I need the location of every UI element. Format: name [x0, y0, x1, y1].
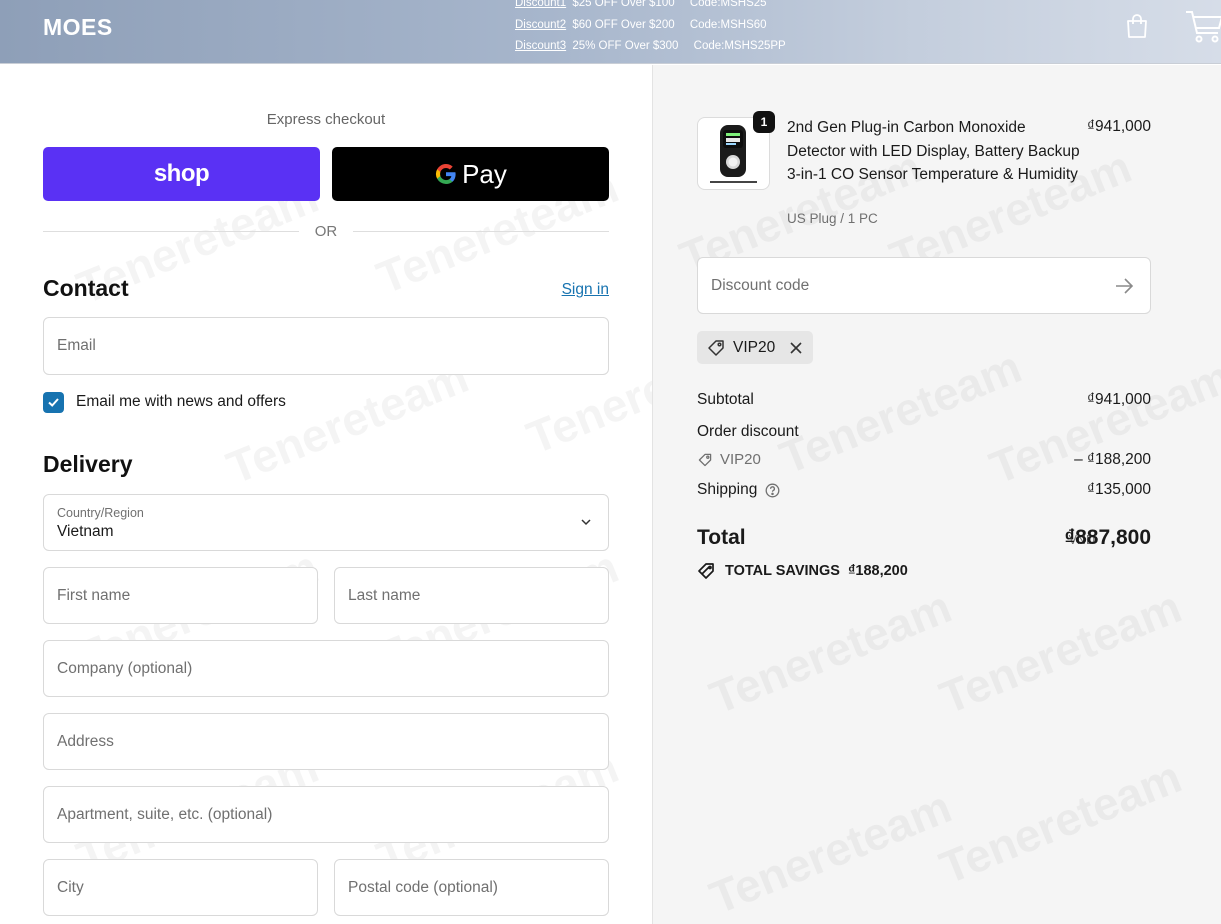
sign-in-link[interactable]: Sign in [540, 281, 609, 299]
promo-link[interactable]: Discount1 [515, 0, 566, 9]
postal-code-field[interactable] [334, 859, 609, 916]
watermark: Tenereteam [982, 349, 1221, 495]
postal-code-input[interactable] [335, 860, 608, 915]
apartment-field[interactable] [43, 786, 609, 843]
help-circle-icon[interactable] [765, 483, 780, 498]
subtotal-label: Subtotal [697, 391, 754, 408]
divider-line [43, 231, 299, 232]
store-logo[interactable]: MOES [43, 14, 113, 41]
promo-text: 25% OFF Over $300 [572, 40, 679, 52]
watermark: Tenereteam [932, 749, 1189, 895]
store-header: MOES Discount1 $25 OFF Over $100 Code:MS… [0, 0, 1221, 64]
city-field[interactable] [43, 859, 318, 916]
checkout-form-panel: Tenereteam Tenereteam Tenereteam Teneret… [0, 65, 775, 924]
or-divider: OR [43, 223, 609, 243]
country-value: Vietnam [57, 523, 114, 540]
promo-code: Code:MSHS25 [689, 0, 767, 9]
first-name-input[interactable] [44, 568, 317, 623]
last-name-input[interactable] [335, 568, 608, 623]
address-field[interactable] [43, 713, 609, 770]
total-savings: TOTAL SAVINGS ₫188,200 [697, 562, 908, 580]
total-value: ₫887,800 [1064, 526, 1151, 549]
arrow-right-icon[interactable] [1114, 277, 1134, 295]
or-text: OR [314, 223, 338, 240]
discount-code-input[interactable] [698, 258, 1150, 313]
promo-line: Discount3 25% OFF Over $300 Code:MSHS25P… [515, 36, 786, 58]
express-checkout-title: Express checkout [266, 111, 386, 128]
newsletter-option[interactable]: Email me with news and offers [43, 391, 286, 413]
shipping-label: Shipping [697, 481, 758, 498]
savings-label: TOTAL SAVINGS [725, 563, 840, 579]
company-input[interactable] [44, 641, 608, 696]
promo-line: Discount2 $60 OFF Over $200 Code:MSHS60 [515, 15, 786, 37]
product-variant: US Plug / 1 PC [787, 211, 878, 226]
google-pay-label: Pay [462, 158, 507, 189]
divider-line [353, 231, 609, 232]
tag-icon [708, 339, 724, 356]
quantity-badge: 1 [753, 111, 775, 133]
address-input[interactable] [44, 714, 608, 769]
savings-value: ₫188,200 [847, 563, 908, 579]
subtotal-value: ₫941,000 [1087, 391, 1151, 408]
tag-icon [698, 453, 712, 466]
country-label: Country/Region [57, 506, 144, 520]
applied-discount-chip: VIP20 [697, 331, 814, 364]
country-select[interactable]: Country/Region Vietnam [43, 494, 609, 551]
promo-code: Code:MSHS25PP [693, 40, 786, 52]
product-name: 2nd Gen Plug-in Carbon Monoxide Detector… [787, 119, 1080, 183]
google-pay-button[interactable]: Pay [332, 147, 609, 201]
promo-text: $25 OFF Over $100 [572, 0, 675, 9]
watermark: Tenereteam [702, 779, 959, 924]
promo-code: Code:MSHS60 [689, 18, 767, 31]
cart-icon[interactable] [1184, 6, 1221, 46]
checkmark-icon [48, 397, 59, 407]
order-summary-panel: Tenereteam Tenereteam Tenereteam Teneret… [652, 65, 1221, 924]
savings-tag-icon [698, 563, 714, 579]
apartment-input[interactable] [44, 787, 608, 842]
first-name-field[interactable] [43, 567, 318, 624]
shipping-value: ₫135,000 [1087, 481, 1151, 498]
shop-pay-button[interactable]: shop [43, 147, 320, 201]
promo-link[interactable]: Discount2 [515, 19, 566, 31]
shop-pay-label: shop [153, 160, 210, 187]
last-name-field[interactable] [334, 567, 609, 624]
google-g-icon [436, 164, 456, 185]
product-price: ₫941,000 [1087, 118, 1151, 135]
promo-line: Discount1 $25 OFF Over $100 Code:MSHS25 [515, 0, 786, 15]
watermark: Tenereteam [702, 579, 959, 725]
applied-code-label: VIP20 [733, 338, 776, 356]
shopping-bag-icon[interactable] [1124, 12, 1150, 40]
promo-text: $60 OFF Over $200 [572, 18, 675, 31]
contact-title: Contact [43, 275, 129, 301]
company-field[interactable] [43, 640, 609, 697]
promo-banner: Discount1 $25 OFF Over $100 Code:MSHS25 … [515, 0, 786, 58]
watermark: Tenereteam [932, 579, 1189, 725]
email-input[interactable] [44, 318, 608, 374]
discount-code-name: VIP20 [720, 451, 761, 468]
total-label: Total [697, 526, 746, 549]
close-icon[interactable] [789, 341, 803, 355]
discount-code-row: VIP20 [697, 451, 761, 468]
discount-code-field[interactable] [697, 257, 1151, 314]
newsletter-checkbox[interactable] [43, 391, 64, 413]
delivery-title: Delivery [43, 451, 133, 477]
email-field[interactable] [43, 317, 609, 375]
promo-link[interactable]: Discount3 [515, 40, 566, 52]
city-input[interactable] [44, 860, 317, 915]
newsletter-label: Email me with news and offers [76, 393, 286, 410]
discount-value: – ₫188,200 [1074, 451, 1151, 468]
order-discount-label: Order discount [697, 423, 799, 440]
chevron-down-icon [581, 519, 591, 526]
